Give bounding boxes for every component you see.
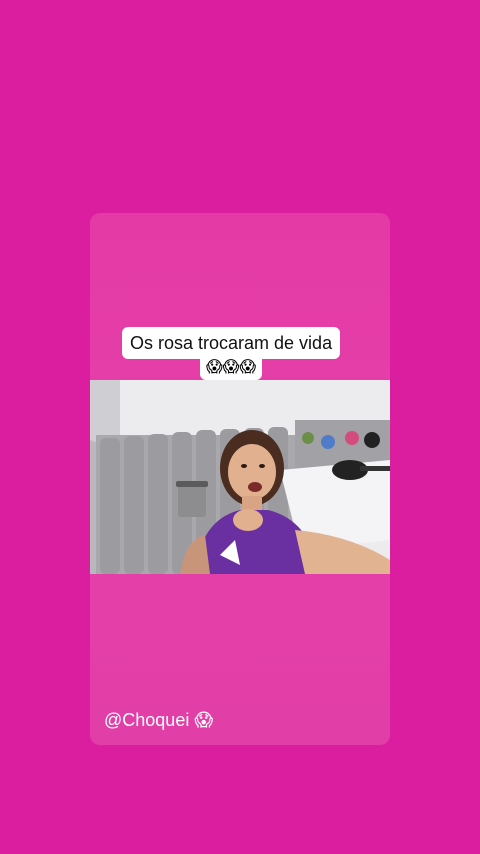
caption-text: Os rosa trocaram de vida (122, 327, 341, 359)
caption-emoji: 😱😱😱 (200, 356, 263, 380)
video-scene (90, 380, 390, 574)
mention-sticker[interactable]: @Choquei 😱 (104, 707, 213, 733)
video-thumbnail[interactable] (90, 380, 390, 574)
story-card[interactable]: Os rosa trocaram de vida 😱😱😱 @Choquei 😱 (90, 213, 390, 745)
story-screen: Os rosa trocaram de vida 😱😱😱 @Choquei 😱 (0, 0, 480, 854)
